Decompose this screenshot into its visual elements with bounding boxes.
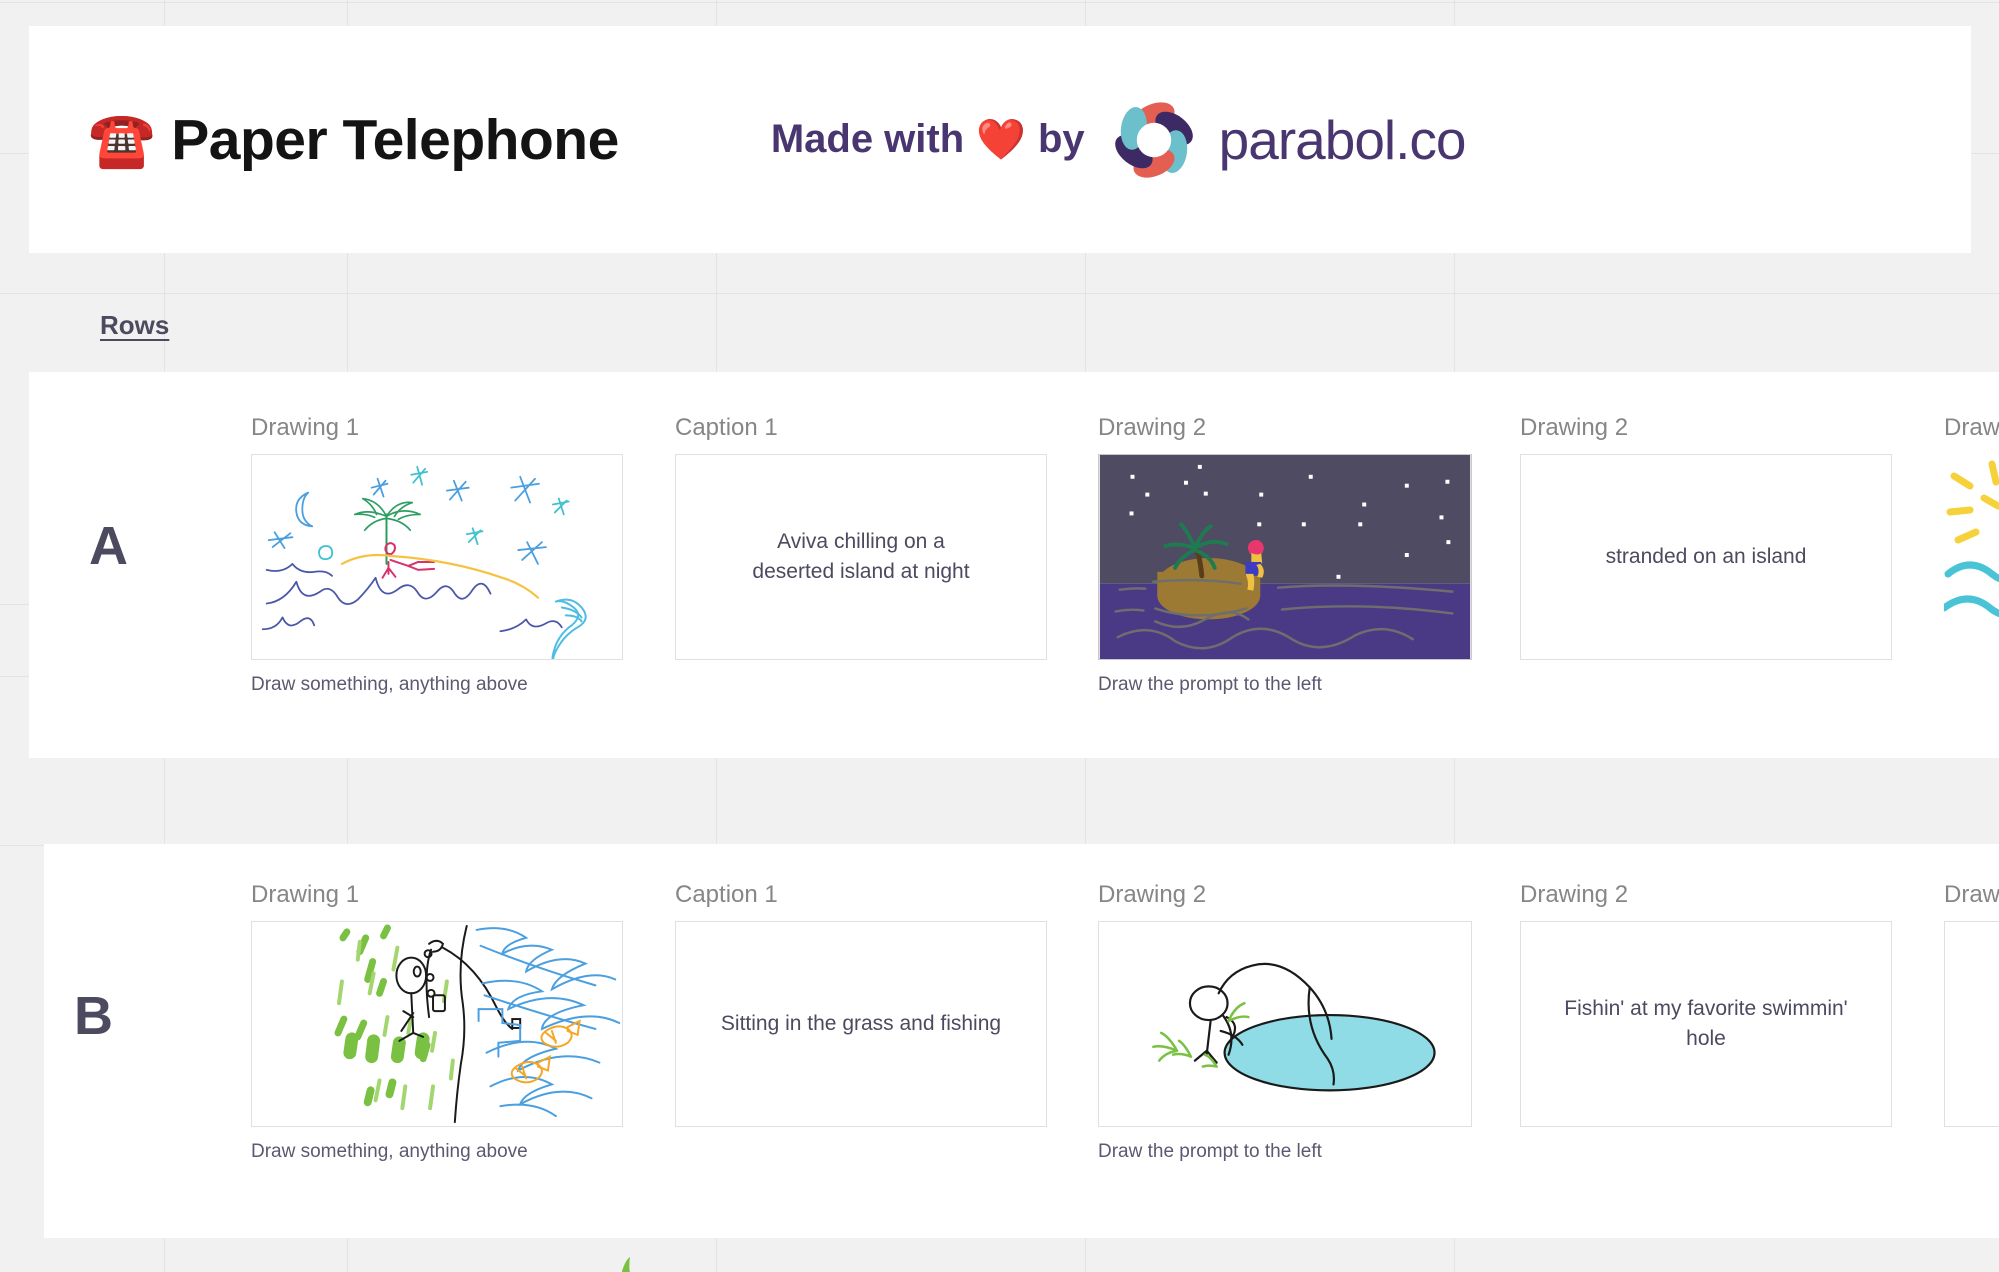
column-header-drawing1: Drawing 1 [251,881,360,908]
column-header-drawing3: Draw [1944,881,1999,908]
column-header-drawing3: Draw [1944,414,1999,441]
caption-text: Aviva chilling on a deserted island at n… [752,529,970,583]
brand: ☎️ Paper Telephone [88,107,619,173]
night-beach-doodle-icon [261,465,587,659]
drawing-canvas[interactable] [251,454,623,660]
fishing-at-pond-doodle-icon [1152,962,1436,1092]
cell-drawing3-row-b: Draw [1944,881,1999,1127]
caption-input[interactable]: Fishin' at my favorite swimmin' hole [1520,921,1892,1127]
heart-icon: ❤️ [976,117,1026,162]
brand-name[interactable]: parabol.co [1219,108,1467,172]
rows-label[interactable]: Rows [100,310,169,341]
cell-caption1-row-a: Caption 1 Aviva chilling on a deserted i… [675,414,1047,660]
drawing-hint: Draw something, anything above [251,674,528,695]
cell-caption1-row-b: Caption 1 Sitting in the grass and fishi… [675,881,1047,1127]
cell-caption2-row-a: Drawing 2 stranded on an island [1520,414,1892,660]
caption-input[interactable]: Aviva chilling on a deserted island at n… [675,454,1047,660]
drawing-hint: Draw the prompt to the left [1098,1141,1322,1162]
made-with-credit: Made with ❤️ by parabol.co [770,97,1467,183]
drawing-canvas[interactable] [1944,921,1999,1127]
partial-grass-doodle-icon [621,1257,630,1272]
cell-drawing2-row-b: Drawing 2 Draw the prompt to the left [1098,881,1472,1163]
cell-drawing1-row-a: Drawing 1 Draw something, anything above [251,414,623,696]
caption-text: Fishin' at my favorite swimmin' hole [1564,996,1848,1050]
cell-drawing2-row-a: Drawing 2 Draw the prompt to the left [1098,414,1472,696]
made-with-label: Made with [770,117,965,161]
caption-text: Sitting in the grass and fishing [720,1011,1002,1035]
column-header-caption1: Caption 1 [675,881,778,908]
drawing-hint: Draw something, anything above [251,1141,528,1162]
stick-figure-fishing-in-grass-doodle-icon [334,924,621,1124]
row-letter-b: B [74,986,113,1046]
drawing-canvas[interactable] [251,921,623,1127]
parabol-logo-icon[interactable] [1111,97,1197,183]
cell-caption2-row-b: Drawing 2 Fishin' at my favorite swimmin… [1520,881,1892,1127]
night-island-painting-icon [1099,455,1471,659]
column-header-drawing2: Drawing 2 [1098,414,1207,441]
app-header: ☎️ Paper Telephone Made with ❤️ by parab… [29,26,1971,253]
caption-input[interactable]: Sitting in the grass and fishing [675,921,1047,1127]
drawing-hint: Draw the prompt to the left [1098,674,1322,695]
column-header-drawing2: Drawing 2 [1098,881,1207,908]
app-page: ☎️ Paper Telephone Made with ❤️ by parab… [0,0,1999,1272]
caption-input[interactable]: stranded on an island [1520,454,1892,660]
made-with-by-label: by [1037,117,1085,161]
drawing-canvas[interactable] [1944,454,1999,660]
sun-and-waves-doodle-icon [1944,460,1999,618]
column-header-drawing2b: Drawing 2 [1520,881,1629,908]
column-header-caption1: Caption 1 [675,414,778,441]
column-header-drawing1: Drawing 1 [251,414,360,441]
drawing-canvas[interactable] [1098,921,1472,1127]
row-letter-a: A [89,516,128,576]
cell-drawing1-row-b: Drawing 1 Draw something, anything above [251,881,623,1163]
drawing-canvas[interactable] [1098,454,1472,660]
page-title: Paper Telephone [171,107,619,172]
telephone-icon: ☎️ [88,109,156,170]
caption-text: stranded on an island [1605,544,1807,568]
cell-drawing3-row-a: Draw [1944,414,1999,660]
column-header-drawing2b: Drawing 2 [1520,414,1629,441]
